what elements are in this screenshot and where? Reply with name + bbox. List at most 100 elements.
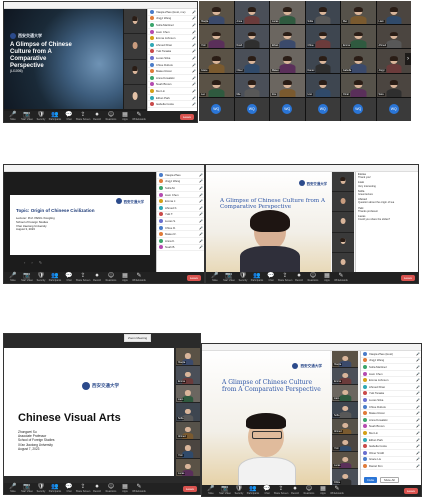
video-tile[interactable]: Lucas (270, 1, 305, 25)
toolbar-chat-button[interactable]: 💬 Chat (265, 273, 277, 283)
toolbar-record-button[interactable]: ⏺ Record (293, 273, 305, 283)
participant-row[interactable]: Chloe D. 🎤 (157, 225, 204, 232)
toolbar-start-video-button[interactable]: 📷 Start Video (219, 486, 231, 496)
toolbar-apps-button[interactable]: ▦ Apps (119, 484, 131, 494)
toolbar-reactions-button[interactable]: ☺ Reactions (105, 112, 117, 122)
toolbar-share-screen-button[interactable]: ⇪ Share Screen (278, 273, 293, 283)
participant-row[interactable]: Ethan Park 🎤 (148, 95, 197, 102)
participants-panel[interactable]: Xiaojia Zhao 🎤 Jingyi Wang 🎤 Sofia M. 🎤 Liam C… (156, 172, 204, 272)
video-tile[interactable]: Noah (234, 25, 269, 49)
video-tile[interactable]: Zoe (270, 73, 305, 97)
toolbar-reactions-button[interactable]: ☺ Reactions (105, 484, 117, 494)
video-tile[interactable]: Lucas (332, 452, 358, 469)
participant-row[interactable]: Yuki T. 🎤 (157, 212, 204, 219)
toolbar-security-button[interactable]: 🛡 Security (35, 273, 47, 283)
toolbar-record-button[interactable]: ⏺ Record (91, 484, 103, 494)
toolbar-whiteboards-button[interactable]: ✎ Whiteboards (334, 273, 347, 283)
participant-row[interactable]: Lucas S. 🎤 (157, 218, 204, 225)
video-tile[interactable]: Ahmed (332, 418, 358, 435)
toolbar-participants-button[interactable]: 👥 Participants (247, 486, 260, 496)
participant-row[interactable]: Chloe Dubois 🎤 (361, 404, 421, 411)
invite-button[interactable]: Invite (364, 477, 378, 483)
video-tile[interactable]: Oliver (234, 49, 269, 73)
video-tile[interactable]: Yuki (332, 435, 358, 452)
video-tile[interactable]: Sara (376, 73, 411, 97)
participant-row[interactable]: Emma J. 🎤 (157, 198, 204, 205)
toolbar-start-video-button[interactable]: 📷 Start Video (21, 273, 33, 283)
video-tile[interactable]: Xiaojia (199, 1, 234, 25)
chat-panel[interactable]: Emma Thank you! Liam Very interesting Sofia G… (355, 172, 418, 272)
leave-button[interactable]: Leave (403, 487, 418, 494)
participant-row[interactable]: Xiaojia Zhao 🎤 (157, 172, 204, 179)
video-tile[interactable]: Xiaojia (176, 348, 200, 366)
participant-row[interactable]: Lucas Silva 🎤 (361, 397, 421, 404)
toolbar-record-button[interactable]: ⏺ Record (91, 273, 103, 283)
participant-row[interactable]: Isabella Costa 🎤 (148, 101, 197, 108)
video-tile[interactable]: Grace (199, 49, 234, 73)
leave-button[interactable]: Leave (400, 274, 415, 281)
toolbar-whiteboards-button[interactable]: ✎ Whiteboards (132, 112, 145, 122)
toolbar-start-video-button[interactable]: 📷 Start Video (21, 484, 33, 494)
participant-row[interactable]: Jingyi Wang 🎤 (148, 16, 197, 23)
video-tile[interactable]: Sofia (305, 1, 340, 25)
video-tile[interactable]: Lucas (176, 458, 200, 476)
video-tile[interactable]: Mei (341, 1, 376, 25)
toolbar-share-screen-button[interactable]: ⇪ Share Screen (76, 273, 91, 283)
toolbar-mute-button[interactable]: 🎤 Mute (7, 484, 19, 494)
toolbar-mute-button[interactable]: 🎤 Mute (7, 112, 19, 122)
avatar-tile[interactable]: WQ (341, 97, 376, 121)
toolbar-chat-button[interactable]: 💬 Chat (63, 484, 75, 494)
toolbar-mute-button[interactable]: 🎤 Mute (209, 273, 221, 283)
toolbar-participants-button[interactable]: 👥 Participants (251, 273, 264, 283)
video-tile[interactable]: Ethan (270, 25, 305, 49)
toolbar-participants-button[interactable]: 👥 Participants (49, 484, 62, 494)
toolbar-record-button[interactable]: ⏺ Record (91, 112, 103, 122)
toolbar-mute-button[interactable]: 🎤 Mute (205, 486, 217, 496)
participant-row[interactable]: Chloe Dubois 🎤 (148, 62, 197, 69)
participant-row[interactable]: Sofia Martinez 🎤 (361, 364, 421, 371)
participant-row[interactable]: Mateo Rossi 🎤 (148, 68, 197, 75)
participant-row[interactable]: Liam Chen 🎤 (157, 192, 204, 199)
toolbar-chat-button[interactable]: 💬 Chat (63, 273, 75, 283)
avatar-tile[interactable]: WQ (199, 97, 234, 121)
toolbar-whiteboards-button[interactable]: ✎ Whiteboards (132, 484, 145, 494)
participant-row[interactable]: Anna K. 🎤 (157, 238, 204, 245)
video-tile[interactable]: Xiaojia (332, 351, 358, 367)
video-tile[interactable]: Emma (176, 366, 200, 384)
leave-button[interactable]: Leave (186, 274, 201, 281)
participant-row[interactable]: Anna Kowalski 🎤 (148, 75, 197, 82)
prev-slide-icon[interactable]: ‹ (24, 260, 25, 266)
participant-row[interactable]: Ethan Park 🎤 (361, 437, 421, 444)
video-tile[interactable]: Mia (234, 73, 269, 97)
toolbar-security-button[interactable]: 🛡 Security (233, 486, 245, 496)
toolbar-whiteboards-button[interactable]: ✎ Whiteboards (132, 273, 145, 283)
participant-row[interactable]: Mateo R. 🎤 (157, 231, 204, 238)
video-tile[interactable]: Yuki (199, 25, 234, 49)
video-tile[interactable]: Anna (234, 1, 269, 25)
toolbar-chat-button[interactable]: 💬 Chat (261, 486, 273, 496)
pen-icon[interactable]: ✎ (39, 260, 42, 266)
toolbar-participants-button[interactable]: 👥 Participants (49, 112, 62, 122)
leave-button[interactable]: Leave (182, 485, 197, 492)
participant-row[interactable]: Sofia Martinez 🎤 (148, 22, 197, 29)
participant-row[interactable]: Yuki Tanaka 🎤 (361, 391, 421, 398)
video-tile[interactable]: Chloe (332, 469, 358, 485)
participant-row[interactable]: Oliver Smith 🎤 (361, 450, 421, 457)
video-tile[interactable]: Emma (341, 25, 376, 49)
video-tile[interactable]: Emma (332, 367, 358, 384)
next-page-arrow-icon[interactable]: › (405, 53, 411, 65)
video-tile[interactable]: Ahmed (376, 25, 411, 49)
toolbar-reactions-button[interactable]: ☺ Reactions (303, 486, 315, 496)
participant-row[interactable]: Ahmed Khan 🎤 (148, 42, 197, 49)
video-tile[interactable]: Daniel (305, 49, 340, 73)
participant-row[interactable]: Mateo Rossi 🎤 (361, 410, 421, 417)
video-tile[interactable]: Yuki (176, 440, 200, 458)
video-tile[interactable]: Isabella (341, 49, 376, 73)
video-tile[interactable]: Liam (376, 1, 411, 25)
video-tile[interactable]: Ivan (305, 73, 340, 97)
toolbar-apps-button[interactable]: ▦ Apps (119, 273, 131, 283)
toolbar-security-button[interactable]: 🛡 Security (35, 484, 47, 494)
participant-row[interactable]: Xiaojia Zhao (Host, me) 🎤 (148, 9, 197, 16)
participant-row[interactable]: Mei Lin 🎤 (148, 88, 197, 95)
participants-panel[interactable]: Xiaojia Zhao (Host, me) 🎤 Jingyi Wang 🎤 Sofi… (147, 9, 197, 111)
